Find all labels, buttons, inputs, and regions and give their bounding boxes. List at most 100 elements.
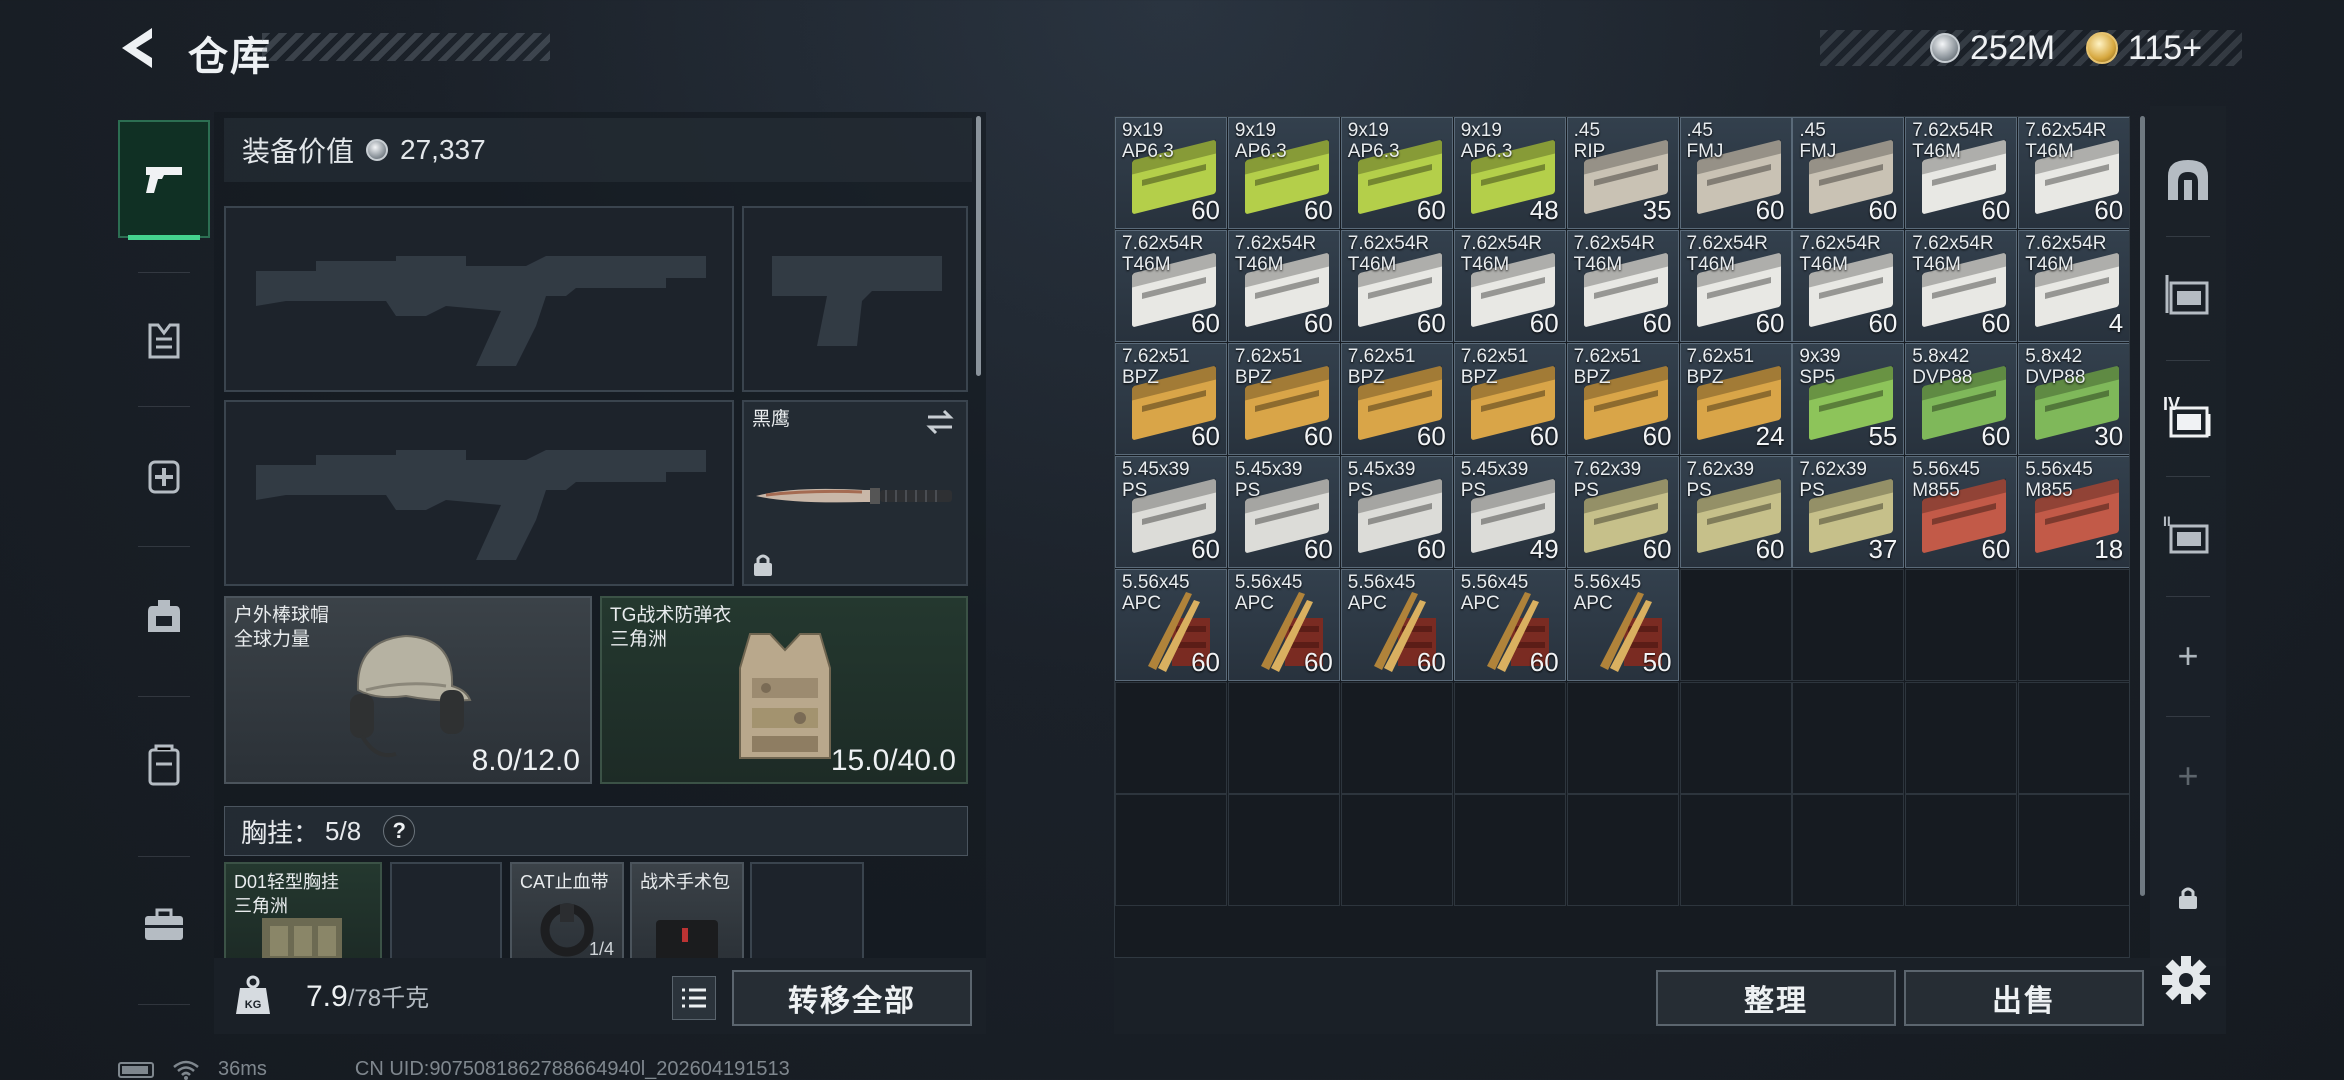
equipment-scrollbar[interactable]	[976, 116, 981, 376]
ammo-item[interactable]: 7.62x54R T46M 60	[1905, 229, 2018, 342]
ammo-item[interactable]: 7.62x54R T46M 60	[1340, 229, 1453, 342]
stash-cell[interactable]	[1453, 681, 1566, 794]
knife-slot[interactable]: 黑鹰	[742, 400, 968, 586]
chest-rig-slot[interactable]: D01轻型胸挂 三角洲	[224, 862, 382, 968]
stash-cell[interactable]	[1905, 794, 2018, 907]
ammo-item[interactable]: 5.56x45 APC 50	[1566, 568, 1679, 681]
ammo-item[interactable]: 7.62x54R T46M 60	[1227, 229, 1340, 342]
sidebar-add-storage[interactable]: +	[2150, 616, 2226, 696]
ammo-item[interactable]: 9x19 AP6.3 48	[1453, 117, 1566, 229]
sidebar-storage-1[interactable]	[2150, 254, 2226, 334]
stash-scrollbar[interactable]	[2140, 116, 2145, 896]
ammo-item[interactable]: 5.56x45 M855 18	[2018, 455, 2129, 568]
secondary-weapon-slot[interactable]	[224, 400, 734, 586]
category-toolbox[interactable]	[118, 866, 210, 984]
stash-cell[interactable]	[2018, 681, 2129, 794]
stash-cell[interactable]	[2018, 794, 2129, 907]
stash-cell[interactable]	[1679, 681, 1792, 794]
category-pistol[interactable]	[118, 120, 210, 240]
ammo-item[interactable]: 5.56x45 APC 60	[1227, 568, 1340, 681]
ammo-item[interactable]: 7.62x54R T46M 60	[1115, 229, 1227, 342]
ammo-item[interactable]: 7.62x54R T46M 60	[1453, 229, 1566, 342]
sidebar-storage-4[interactable]: IV	[2150, 376, 2226, 456]
ammo-item[interactable]: 7.62x54R T46M 4	[2018, 229, 2129, 342]
stash-cell[interactable]	[1792, 681, 1905, 794]
chest-item-slot-empty[interactable]	[750, 862, 864, 962]
ammo-item[interactable]: 5.45x39 PS 49	[1453, 455, 1566, 568]
primary-weapon-slot[interactable]	[224, 206, 734, 392]
ammo-item[interactable]: 7.62x39 PS 60	[1679, 455, 1792, 568]
ammo-item[interactable]: 5.8x42 DVP88 60	[1905, 342, 2018, 455]
help-icon[interactable]: ?	[383, 815, 416, 847]
stash-cell[interactable]	[1453, 794, 1566, 907]
stash-cell[interactable]	[1792, 568, 1905, 681]
stash-cell[interactable]	[1115, 681, 1227, 794]
ammo-item[interactable]: .45 FMJ 60	[1792, 117, 1905, 229]
stash-cell[interactable]	[1340, 794, 1453, 907]
stash-cell[interactable]	[1679, 794, 1792, 907]
stash-cell[interactable]	[1227, 794, 1340, 907]
ammo-item[interactable]: 9x19 AP6.3 60	[1227, 117, 1340, 229]
ammo-item[interactable]: 7.62x39 PS 37	[1792, 455, 1905, 568]
stash-cell[interactable]	[1227, 681, 1340, 794]
ammo-item[interactable]: 7.62x54R T46M 60	[1679, 229, 1792, 342]
ammo-item[interactable]: 5.56x45 M855 60	[1905, 455, 2018, 568]
sidebar-safe-box[interactable]	[2150, 140, 2226, 220]
ammo-item[interactable]: 9x19 AP6.3 60	[1340, 117, 1453, 229]
ammo-item[interactable]: 7.62x54R T46M 60	[1792, 229, 1905, 342]
stash-cell[interactable]	[1679, 568, 1792, 681]
ammo-item[interactable]: 7.62x51 BPZ 60	[1227, 342, 1340, 455]
chest-item-slot-empty[interactable]	[390, 862, 502, 962]
surgical-kit-slot[interactable]: 战术手术包	[630, 862, 744, 964]
sell-button[interactable]: 出售	[1904, 970, 2144, 1026]
stash-cell[interactable]	[1340, 681, 1453, 794]
category-armor[interactable]	[118, 282, 210, 400]
ammo-item[interactable]: 7.62x54R T46M 60	[1566, 229, 1679, 342]
stash-cell[interactable]	[1905, 681, 2018, 794]
ammo-quantity: 60	[1416, 420, 1446, 451]
ammo-item[interactable]: 5.45x39 PS 60	[1115, 455, 1227, 568]
transfer-all-button[interactable]: 转移全部	[732, 970, 972, 1026]
stash-cell[interactable]	[1905, 568, 2018, 681]
vest-slot[interactable]: TG战术防弹衣 三角洲 15.0/40.0	[600, 596, 968, 784]
back-chevron-icon[interactable]	[112, 22, 164, 74]
gold-currency[interactable]: 115+	[2086, 26, 2202, 70]
ammo-item[interactable]: 9x19 AP6.3 60	[1115, 117, 1227, 229]
ammo-item[interactable]: 7.62x51 BPZ 60	[1115, 342, 1227, 455]
ammo-item[interactable]: 7.62x51 BPZ 60	[1453, 342, 1566, 455]
sort-button[interactable]: 整理	[1656, 970, 1896, 1026]
category-container[interactable]	[118, 706, 210, 824]
swap-icon[interactable]	[924, 408, 956, 436]
list-view-button[interactable]	[672, 976, 716, 1020]
ammo-item[interactable]: 7.62x54R T46M 60	[2018, 117, 2129, 229]
helmet-slot[interactable]: 户外棒球帽 全球力量 8.0/12.0	[224, 596, 592, 784]
stash-cell[interactable]	[1792, 794, 1905, 907]
ammo-item[interactable]: 7.62x39 PS 60	[1566, 455, 1679, 568]
ammo-item[interactable]: 9x39 SP5 55	[1792, 342, 1905, 455]
ammo-item[interactable]: 7.62x51 BPZ 24	[1679, 342, 1792, 455]
stash-cell[interactable]	[1566, 794, 1679, 907]
tourniquet-slot[interactable]: CAT止血带 1/4	[510, 862, 624, 962]
ammo-item[interactable]: 5.8x42 DVP88 30	[2018, 342, 2129, 455]
stash-cell[interactable]	[1566, 681, 1679, 794]
sidebar-storage-2[interactable]: II	[2150, 494, 2226, 574]
ammo-item[interactable]: 5.45x39 PS 60	[1227, 455, 1340, 568]
stash-cell[interactable]	[2018, 568, 2129, 681]
ammo-item[interactable]: 7.62x51 BPZ 60	[1340, 342, 1453, 455]
ammo-item[interactable]: 5.45x39 PS 60	[1340, 455, 1453, 568]
ammo-item[interactable]: 5.56x45 APC 60	[1115, 568, 1227, 681]
ammo-item[interactable]: 7.62x51 BPZ 60	[1566, 342, 1679, 455]
ammo-item[interactable]: 7.62x54R T46M 60	[1905, 117, 2018, 229]
pistol-slot[interactable]	[742, 206, 968, 392]
category-backpack[interactable]	[118, 556, 210, 674]
ammo-caliber: 7.62x54R T46M	[1912, 232, 1994, 275]
ammo-item[interactable]: 5.56x45 APC 60	[1340, 568, 1453, 681]
ammo-item[interactable]: .45 FMJ 60	[1679, 117, 1792, 229]
category-medical[interactable]	[118, 416, 210, 534]
ammo-caliber: 9x39 SP5	[1799, 345, 1841, 388]
ammo-item[interactable]: .45 RIP 35	[1566, 117, 1679, 229]
stash-cell[interactable]	[1115, 794, 1227, 907]
sidebar-lock[interactable]	[2150, 858, 2226, 938]
settings-gear-icon[interactable]	[2160, 954, 2212, 1006]
ammo-item[interactable]: 5.56x45 APC 60	[1453, 568, 1566, 681]
